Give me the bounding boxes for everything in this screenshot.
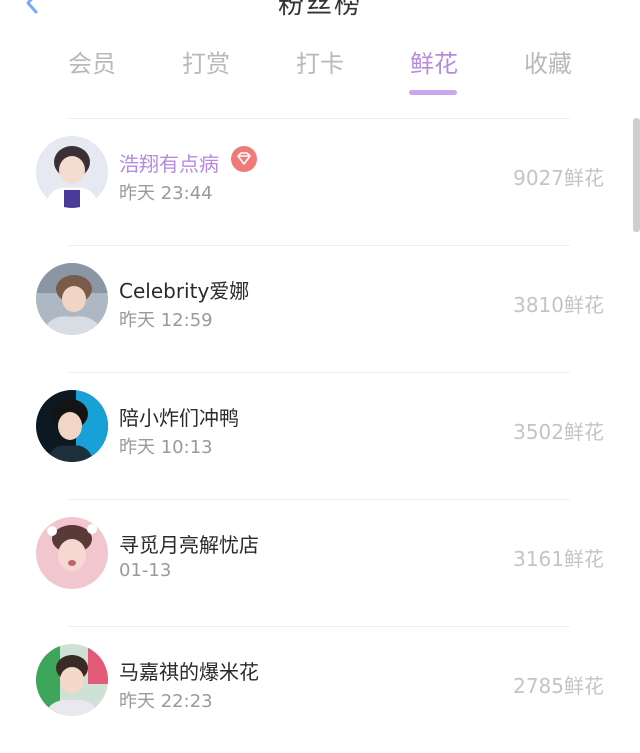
avatar[interactable] — [36, 517, 108, 589]
user-name[interactable]: 陪小炸们冲鸭 — [119, 402, 239, 431]
tab-bar: 会员 打赏 打卡 鲜花 收藏 — [35, 44, 605, 98]
flower-count: 3810鲜花 — [513, 293, 604, 317]
list-item[interactable]: 寻觅月亮解忧店 01-13 3161鲜花 — [0, 499, 640, 626]
page-title: 粉丝榜 — [277, 0, 362, 20]
user-name[interactable]: 马嘉祺的爆米花 — [119, 656, 259, 685]
tab-members[interactable]: 会员 — [35, 44, 149, 79]
top-bar: 粉丝榜 — [0, 0, 640, 30]
timestamp: 01-13 — [119, 560, 172, 581]
scrollbar[interactable] — [633, 118, 640, 232]
diamond-icon — [231, 146, 257, 172]
timestamp: 昨天 12:59 — [119, 310, 213, 331]
list-item[interactable]: 浩翔有点病 昨天 23:44 9027鲜花 — [0, 118, 640, 245]
divider — [68, 626, 570, 627]
user-name[interactable]: Celebrity爱娜 — [119, 275, 249, 304]
timestamp: 昨天 23:44 — [119, 183, 213, 204]
tab-tips[interactable]: 打赏 — [149, 44, 263, 79]
user-name[interactable]: 寻觅月亮解忧店 — [119, 529, 259, 558]
flower-count: 2785鲜花 — [513, 674, 604, 698]
timestamp: 昨天 22:23 — [119, 691, 213, 712]
list-item[interactable]: 陪小炸们冲鸭 昨天 10:13 3502鲜花 — [0, 372, 640, 499]
flower-count: 3161鲜花 — [513, 547, 604, 571]
divider — [68, 499, 570, 500]
tab-flowers[interactable]: 鲜花 — [377, 44, 491, 95]
flower-count: 9027鲜花 — [513, 166, 604, 190]
tab-favorites[interactable]: 收藏 — [491, 44, 605, 79]
divider — [68, 118, 570, 119]
avatar[interactable] — [36, 644, 108, 716]
user-name[interactable]: 浩翔有点病 — [119, 148, 219, 177]
active-tab-indicator — [409, 90, 457, 95]
avatar[interactable] — [36, 390, 108, 462]
list-item[interactable]: Celebrity爱娜 昨天 12:59 3810鲜花 — [0, 245, 640, 372]
divider — [68, 372, 570, 373]
list-item[interactable]: 马嘉祺的爆米花 昨天 22:23 2785鲜花 — [0, 626, 640, 753]
fan-ranking-list: 浩翔有点病 昨天 23:44 9027鲜花 Celebrity爱娜 昨天 12:… — [0, 118, 640, 753]
divider — [68, 245, 570, 246]
flower-count: 3502鲜花 — [513, 420, 604, 444]
avatar[interactable] — [36, 263, 108, 335]
tab-flowers-label: 鲜花 — [410, 50, 458, 78]
timestamp: 昨天 10:13 — [119, 437, 213, 458]
avatar[interactable] — [36, 136, 108, 208]
tab-checkin[interactable]: 打卡 — [263, 44, 377, 79]
